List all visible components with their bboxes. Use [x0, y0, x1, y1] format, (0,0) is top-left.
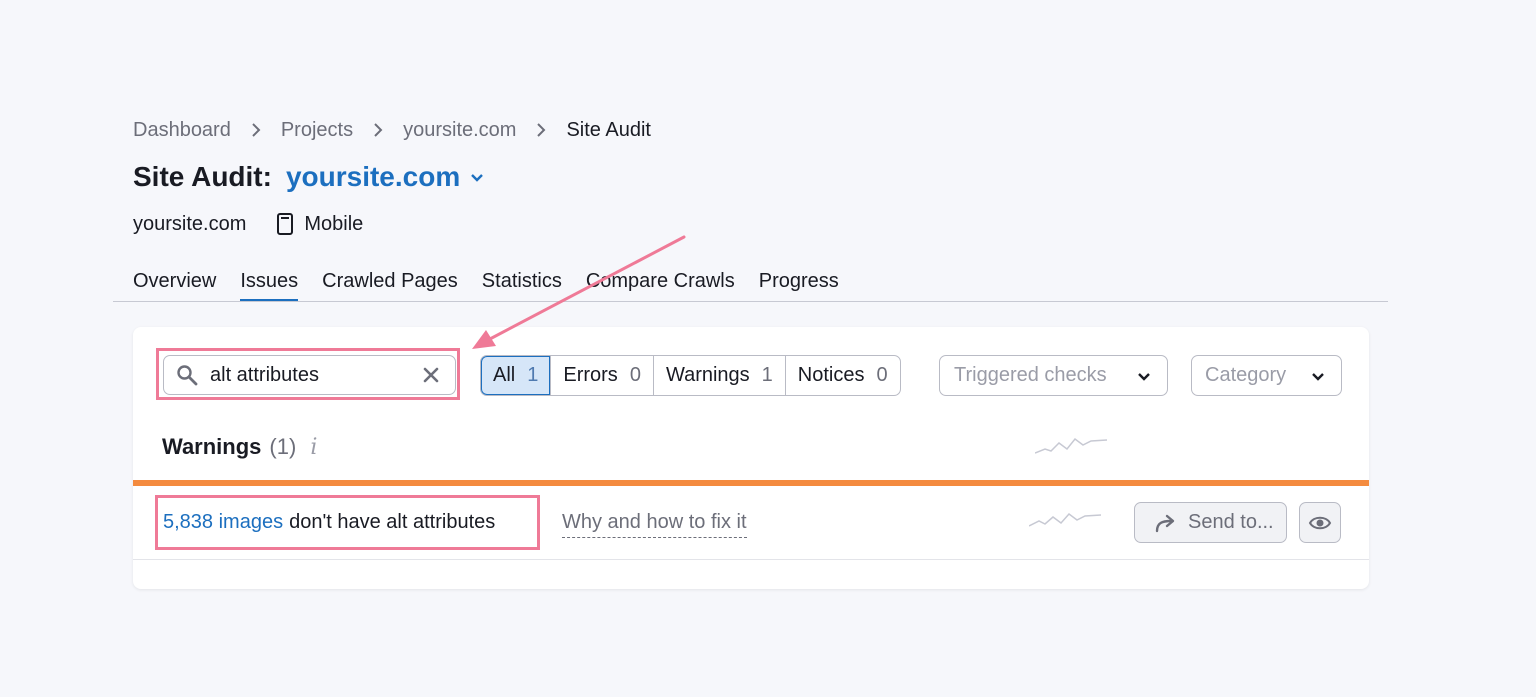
triggered-checks-label: Triggered checks — [954, 364, 1107, 386]
chevron-right-icon — [367, 117, 389, 143]
category-dropdown[interactable]: Category — [1191, 355, 1342, 396]
tab-issues[interactable]: Issues — [240, 266, 298, 302]
row-divider — [133, 559, 1369, 560]
chevron-down-icon — [1135, 367, 1153, 385]
chevron-right-icon — [245, 117, 267, 143]
chevron-down-icon[interactable] — [468, 168, 486, 186]
tab-statistics[interactable]: Statistics — [482, 266, 562, 302]
filter-all[interactable]: All 1 — [481, 356, 551, 395]
tab-overview[interactable]: Overview — [133, 266, 216, 302]
warnings-label: Warnings — [162, 434, 262, 459]
filter-warnings-count: 1 — [761, 364, 773, 386]
tabs-divider — [113, 301, 1388, 302]
search-icon — [176, 364, 198, 386]
project-selector[interactable]: yoursite.com — [286, 161, 460, 193]
filter-warnings-label: Warnings — [665, 364, 750, 386]
issues-card: All 1 Errors 0 Warnings 1 Notices 0 Trig… — [133, 327, 1369, 589]
issue-count-link[interactable]: 5,838 images — [163, 511, 283, 534]
filter-errors-count: 0 — [629, 364, 641, 386]
page-title: Site Audit: yoursite.com — [133, 158, 486, 196]
filter-warnings[interactable]: Warnings 1 — [652, 356, 785, 395]
filter-notices-label: Notices — [797, 364, 865, 386]
triggered-checks-dropdown[interactable]: Triggered checks — [939, 355, 1168, 396]
breadcrumb-site[interactable]: yoursite.com — [403, 119, 516, 142]
view-issue-button[interactable] — [1299, 502, 1341, 543]
filter-notices[interactable]: Notices 0 — [784, 356, 900, 395]
breadcrumb-projects[interactable]: Projects — [281, 119, 353, 142]
page-title-prefix: Site Audit: — [133, 161, 272, 192]
filter-errors-label: Errors — [563, 364, 618, 386]
chevron-right-icon — [530, 117, 552, 143]
breadcrumb-dashboard[interactable]: Dashboard — [133, 119, 231, 142]
send-to-button[interactable]: Send to... — [1134, 502, 1287, 543]
breadcrumb: Dashboard Projects yoursite.com Site Aud… — [133, 117, 651, 143]
eye-icon — [1308, 514, 1332, 532]
filter-all-label: All — [493, 364, 516, 386]
warnings-heading: Warnings (1) i — [162, 433, 317, 461]
project-meta: yoursite.com Mobile — [133, 210, 363, 238]
chevron-down-icon — [1309, 367, 1327, 385]
search-input[interactable] — [210, 363, 410, 387]
category-label: Category — [1205, 364, 1287, 386]
filter-notices-count: 0 — [876, 364, 888, 386]
project-domain: yoursite.com — [133, 212, 247, 235]
tab-bar: Overview Issues Crawled Pages Statistics… — [133, 266, 863, 302]
issue-description: don't have alt attributes — [289, 510, 496, 533]
close-icon[interactable] — [421, 365, 441, 385]
tab-compare-crawls[interactable]: Compare Crawls — [586, 266, 735, 302]
warnings-count: (1) — [269, 434, 297, 459]
tab-progress[interactable]: Progress — [759, 266, 839, 302]
site-audit-page: Dashboard Projects yoursite.com Site Aud… — [0, 0, 1536, 697]
device-indicator: Mobile — [276, 213, 363, 236]
trend-sparkline-icon — [1035, 437, 1107, 454]
share-arrow-icon — [1154, 513, 1178, 533]
breadcrumb-site-audit: Site Audit — [566, 118, 651, 141]
issue-row-title: 5,838 images don't have alt attributes — [163, 508, 495, 536]
send-to-label: Send to... — [1188, 511, 1274, 533]
mobile-device-icon — [276, 213, 294, 235]
tab-crawled-pages[interactable]: Crawled Pages — [322, 266, 458, 302]
search-field[interactable] — [163, 355, 456, 395]
trend-sparkline-icon — [1029, 512, 1101, 527]
why-and-how-to-fix-link[interactable]: Why and how to fix it — [562, 509, 747, 538]
filter-errors[interactable]: Errors 0 — [550, 356, 653, 395]
warnings-severity-bar — [133, 480, 1369, 486]
device-label: Mobile — [304, 212, 364, 235]
issue-type-filter: All 1 Errors 0 Warnings 1 Notices 0 — [480, 355, 901, 396]
info-icon[interactable]: i — [310, 435, 317, 460]
filter-all-count: 1 — [527, 364, 539, 386]
